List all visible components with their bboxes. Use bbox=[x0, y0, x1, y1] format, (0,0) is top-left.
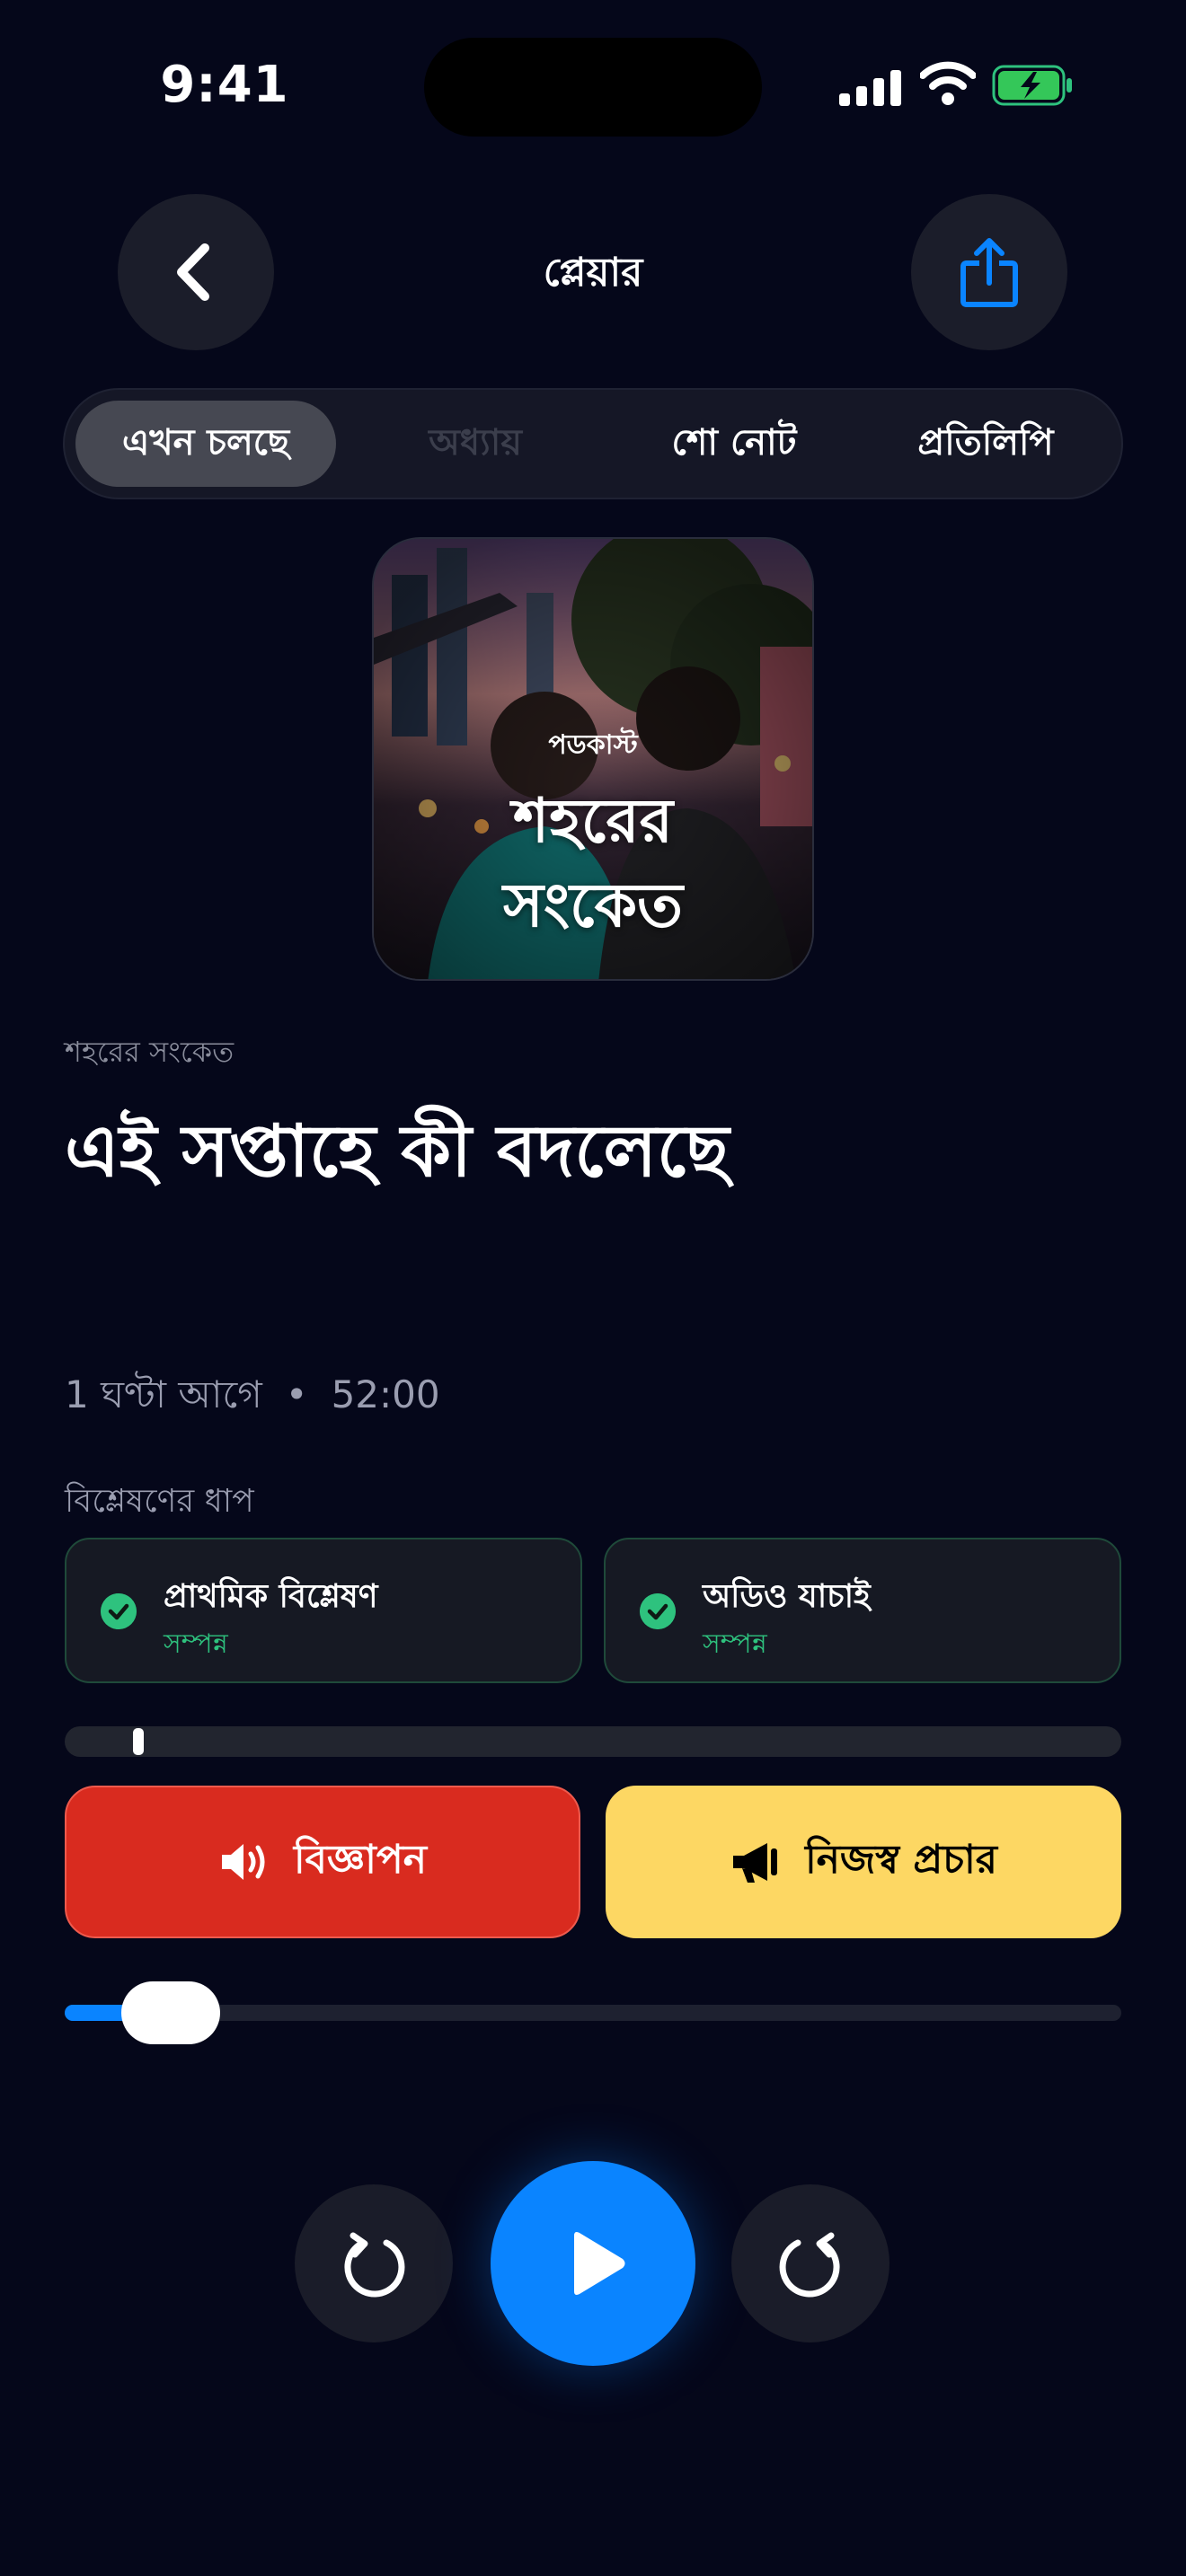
chevron-left-icon bbox=[177, 243, 209, 301]
artwork-title-line1: শহরের bbox=[512, 786, 674, 857]
artwork-kicker: পডকাস্ট bbox=[548, 729, 638, 761]
skip-forward-button[interactable] bbox=[731, 2184, 890, 2342]
signal-icon bbox=[839, 66, 902, 106]
episode-duration: 52:00 bbox=[331, 1372, 440, 1416]
rotate-ccw-icon bbox=[344, 2232, 405, 2298]
artwork-title-line2: সংকেত bbox=[502, 870, 684, 941]
wifi-icon bbox=[920, 61, 976, 105]
back-button[interactable] bbox=[118, 194, 274, 350]
episode-meta: 1 ঘণ্টা আগে • 52:00 bbox=[65, 1365, 440, 1429]
play-button[interactable] bbox=[491, 2161, 695, 2366]
skip-back-button[interactable] bbox=[295, 2184, 453, 2342]
ad-button[interactable]: বিজ্ঞাপন bbox=[65, 1786, 580, 1938]
segmented-tabs: এখন চলছে অধ্যায় শো নোট প্রতিলিপি bbox=[63, 388, 1123, 499]
published-time: 1 ঘণ্টা আগে bbox=[65, 1372, 262, 1416]
stage-card-initial-analysis: প্রাথমিক বিশ্লেষণ সম্পন্ন bbox=[65, 1538, 582, 1683]
play-icon bbox=[574, 2232, 625, 2295]
stage-status: সম্পন্ন bbox=[164, 1628, 228, 1660]
stage-title: অডিও যাচাই bbox=[703, 1578, 871, 1615]
tab-transcript[interactable]: প্রতিলিপি bbox=[855, 401, 1116, 487]
stage-title: প্রাথমিক বিশ্লেষণ bbox=[164, 1578, 378, 1615]
speaker-icon bbox=[221, 1844, 265, 1880]
battery-charging-icon bbox=[992, 65, 1072, 106]
share-icon bbox=[960, 238, 1018, 307]
podcast-artwork: পডকাস্ট শহরের সংকেত bbox=[372, 537, 814, 981]
stage-status: সম্পন্ন bbox=[703, 1628, 767, 1660]
playback-progress-track[interactable] bbox=[65, 2005, 1121, 2021]
megaphone-icon bbox=[733, 1843, 778, 1883]
tab-show-notes[interactable]: শো নোট bbox=[604, 401, 864, 487]
ad-button-label: বিজ্ঞাপন bbox=[293, 1836, 428, 1883]
rotate-cw-icon bbox=[779, 2232, 840, 2298]
episode-title: এই সপ্তাহে কী বদলেছে bbox=[65, 1109, 730, 1193]
analysis-stages-label: বিশ্লেষণের ধাপ bbox=[65, 1483, 254, 1520]
self-promo-button[interactable]: নিজস্ব প্রচার bbox=[606, 1786, 1121, 1938]
segment-marker bbox=[133, 1728, 144, 1755]
show-name[interactable]: শহরের সংকেত bbox=[65, 1029, 234, 1078]
self-promo-button-label: নিজস্ব প্রচার bbox=[805, 1836, 997, 1883]
share-button[interactable] bbox=[911, 194, 1067, 350]
playback-slider-thumb[interactable] bbox=[120, 1981, 220, 2044]
artwork-title: শহরের সংকেত bbox=[374, 780, 812, 948]
check-circle-icon bbox=[101, 1593, 137, 1629]
tab-now-playing[interactable]: এখন চলছে bbox=[75, 401, 336, 487]
stage-card-audio-check: অডিও যাচাই সম্পন্ন bbox=[604, 1538, 1121, 1683]
page-title: প্লেয়ার bbox=[543, 250, 643, 296]
check-circle-icon bbox=[640, 1593, 676, 1629]
status-time: 9:41 bbox=[160, 56, 289, 114]
tab-chapters[interactable]: অধ্যায় bbox=[345, 401, 606, 487]
meta-separator: • bbox=[285, 1372, 308, 1416]
dynamic-island bbox=[424, 38, 762, 137]
segment-timeline[interactable] bbox=[65, 1726, 1121, 1757]
